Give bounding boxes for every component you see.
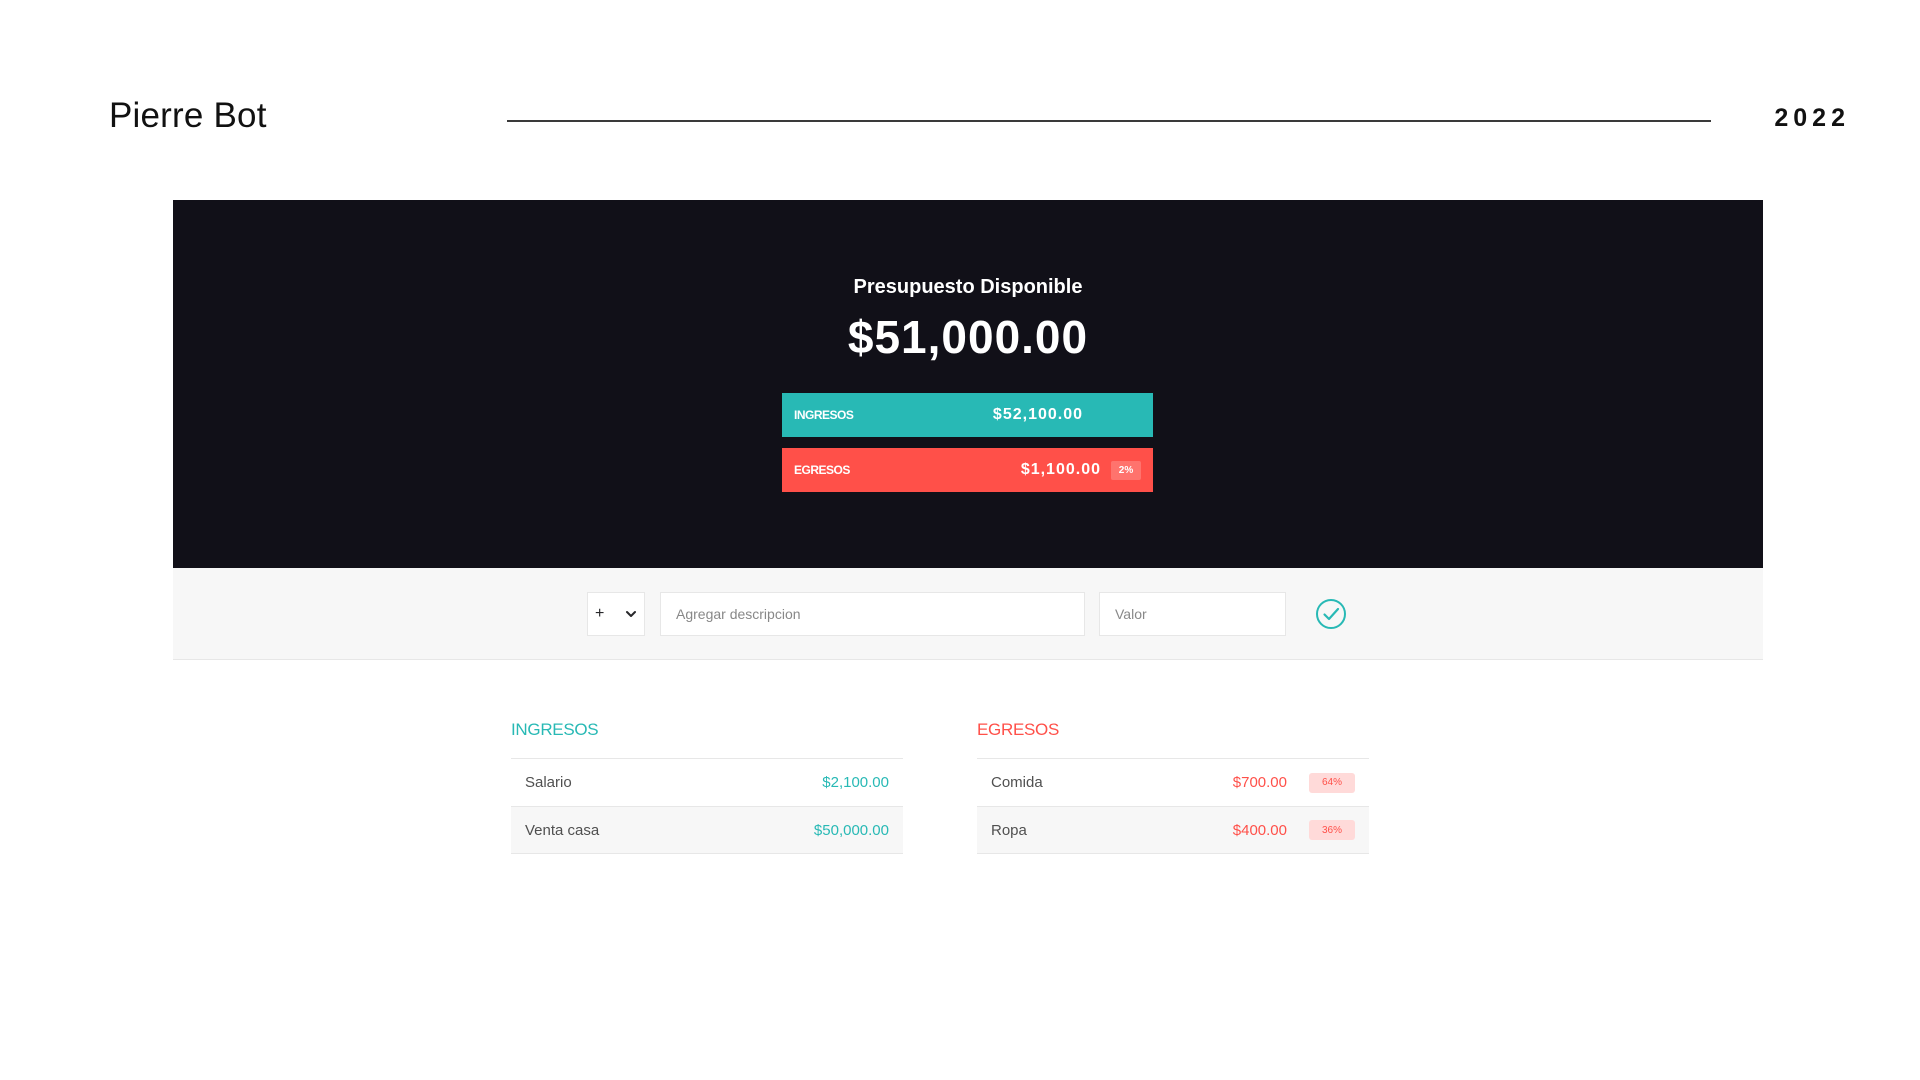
check-circle-icon (1316, 599, 1346, 629)
income-item-description: Venta casa (525, 821, 600, 839)
header-divider (507, 120, 1711, 122)
budget-header: Presupuesto Disponible $51,000.00 Ingres… (173, 200, 1763, 568)
expense-summary-value: $1,100.00 (1020, 461, 1101, 478)
income-item: Salario $2,100.00 (511, 758, 903, 806)
budget-total: $51,000.00 (847, 311, 1089, 363)
income-item-description: Salario (525, 774, 572, 791)
expense-list: Egresos Comida $700.00 64% Ropa $400.00 … (977, 720, 1369, 854)
entry-type-select[interactable]: + (587, 592, 645, 636)
income-summary-label: Ingresos (794, 408, 854, 422)
value-input[interactable] (1099, 592, 1286, 636)
expense-item-description: Ropa (991, 821, 1027, 839)
income-item: Venta casa $50,000.00 (511, 806, 903, 854)
income-list-title: Ingresos (511, 720, 599, 739)
slide-year: 2022 (1774, 104, 1850, 132)
expense-item: Comida $700.00 64% (977, 758, 1369, 806)
income-item-value: $2,100.00 (822, 774, 889, 791)
entry-type-value: + (595, 605, 605, 622)
income-summary-value: $52,100.00 (992, 406, 1083, 423)
expense-summary-label: Egresos (794, 463, 850, 477)
expense-item-percent: 36% (1309, 820, 1355, 840)
expense-summary-percent: 2% (1111, 460, 1141, 480)
budget-app: Presupuesto Disponible $51,000.00 Ingres… (173, 200, 1763, 660)
expense-item-value: $700.00 (1232, 774, 1287, 791)
expense-list-title: Egresos (977, 720, 1059, 739)
slide-author: Pierre Bot (109, 96, 267, 135)
expense-item-description: Comida (991, 774, 1043, 791)
expense-item-value: $400.00 (1232, 821, 1287, 839)
chevron-down-icon (626, 611, 636, 617)
expense-item: Ropa $400.00 36% (977, 806, 1369, 854)
budget-title: Presupuesto Disponible (853, 276, 1083, 298)
income-list: Ingresos Salario $2,100.00 Venta casa $5… (511, 720, 903, 854)
expense-item-percent: 64% (1309, 772, 1355, 793)
add-entry-form: + (173, 568, 1763, 660)
income-item-value: $50,000.00 (813, 821, 889, 839)
income-summary: Ingresos $52,100.00 (782, 393, 1153, 437)
add-entry-button[interactable] (1313, 596, 1349, 632)
description-input[interactable] (660, 592, 1085, 636)
expense-summary: Egresos $1,100.00 2% (782, 448, 1153, 492)
